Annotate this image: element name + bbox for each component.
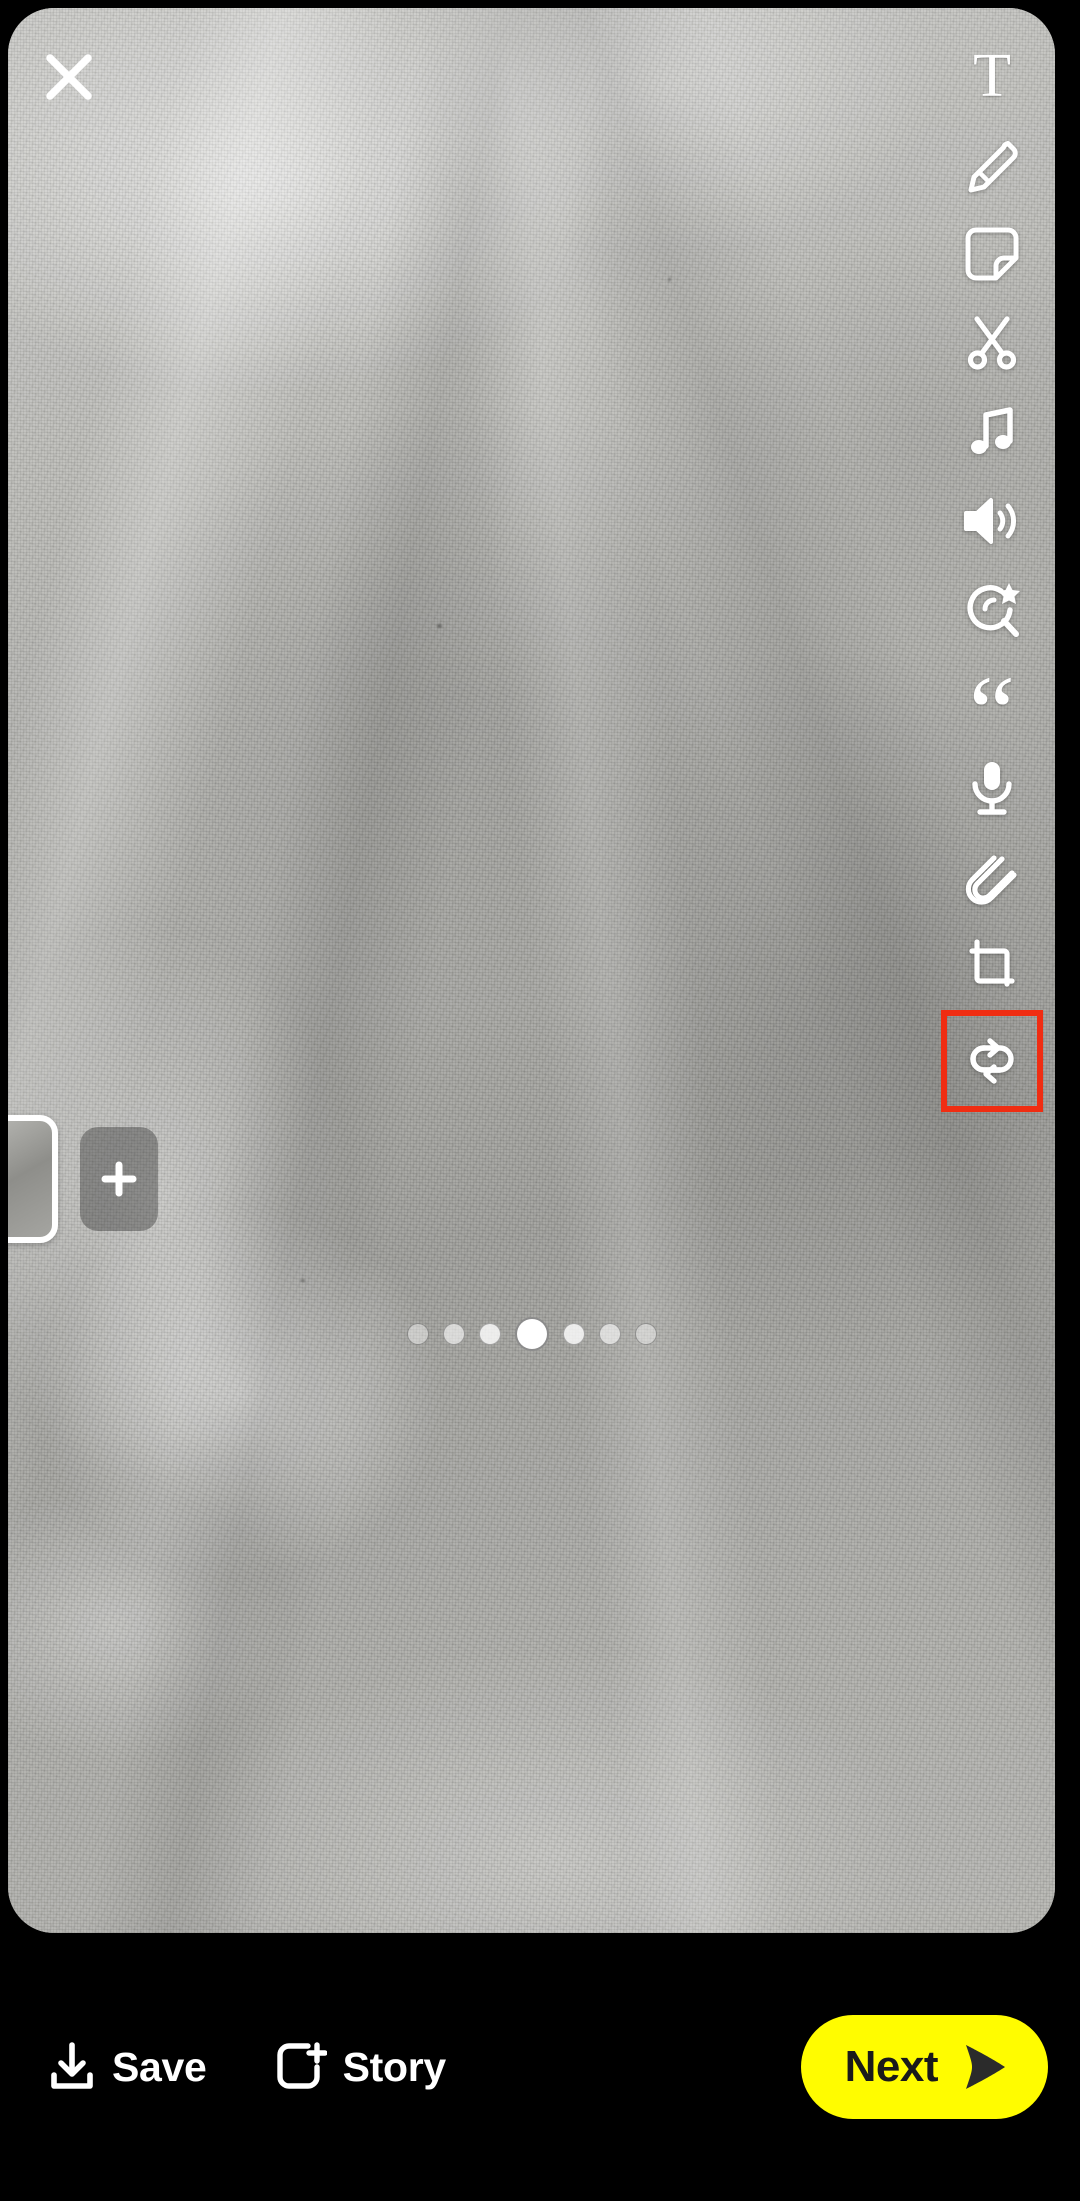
add-to-story-icon [276, 2042, 327, 2089]
page-dot[interactable] [634, 1323, 657, 1345]
speaker-icon[interactable] [950, 479, 1034, 563]
fabric-speck [301, 1278, 306, 1282]
next-button[interactable]: Next [800, 2015, 1048, 2119]
close-icon[interactable] [41, 49, 97, 105]
music-note-icon[interactable] [950, 390, 1034, 474]
media-preview-card[interactable]: T “ [8, 8, 1055, 1933]
story-label: Story [342, 2043, 447, 2090]
page-dot[interactable] [598, 1323, 621, 1345]
add-snap-button[interactable] [80, 1127, 158, 1231]
pencil-icon[interactable] [950, 123, 1034, 207]
send-arrow-icon [966, 2045, 1005, 2089]
page-indicator [8, 1317, 1055, 1351]
page-dot[interactable] [478, 1323, 501, 1345]
page-dot[interactable] [562, 1323, 585, 1345]
ai-star-search-icon[interactable] [950, 568, 1034, 652]
quote-icon[interactable]: “ [950, 657, 1034, 765]
tool-rail: T “ [939, 34, 1045, 1114]
loop-icon[interactable] [941, 1010, 1043, 1112]
save-label: Save [112, 2043, 207, 2090]
download-icon [51, 2042, 93, 2089]
sticker-icon[interactable] [950, 212, 1034, 296]
fabric-creases-overlay [8, 8, 1055, 1933]
microphone-icon[interactable] [950, 746, 1034, 830]
save-button[interactable]: Save [48, 2042, 207, 2092]
current-snap-thumbnail[interactable] [8, 1115, 58, 1243]
page-dot[interactable] [442, 1323, 465, 1345]
scissors-icon[interactable] [950, 301, 1034, 385]
fabric-speck [667, 277, 671, 281]
page-dot-active[interactable] [514, 1317, 549, 1351]
text-icon-glyph: T [973, 42, 1011, 110]
text-icon[interactable]: T [950, 34, 1034, 118]
crop-icon[interactable] [950, 924, 1034, 1008]
paperclip-icon[interactable] [950, 835, 1034, 919]
bottom-action-bar: Save Story Next [0, 1933, 1080, 2201]
plus-icon [101, 1161, 137, 1197]
snap-thumbnail-strip [8, 1115, 158, 1243]
story-button[interactable]: Story [275, 2041, 446, 2093]
page-dot[interactable] [406, 1323, 429, 1345]
next-label: Next [844, 2042, 939, 2091]
